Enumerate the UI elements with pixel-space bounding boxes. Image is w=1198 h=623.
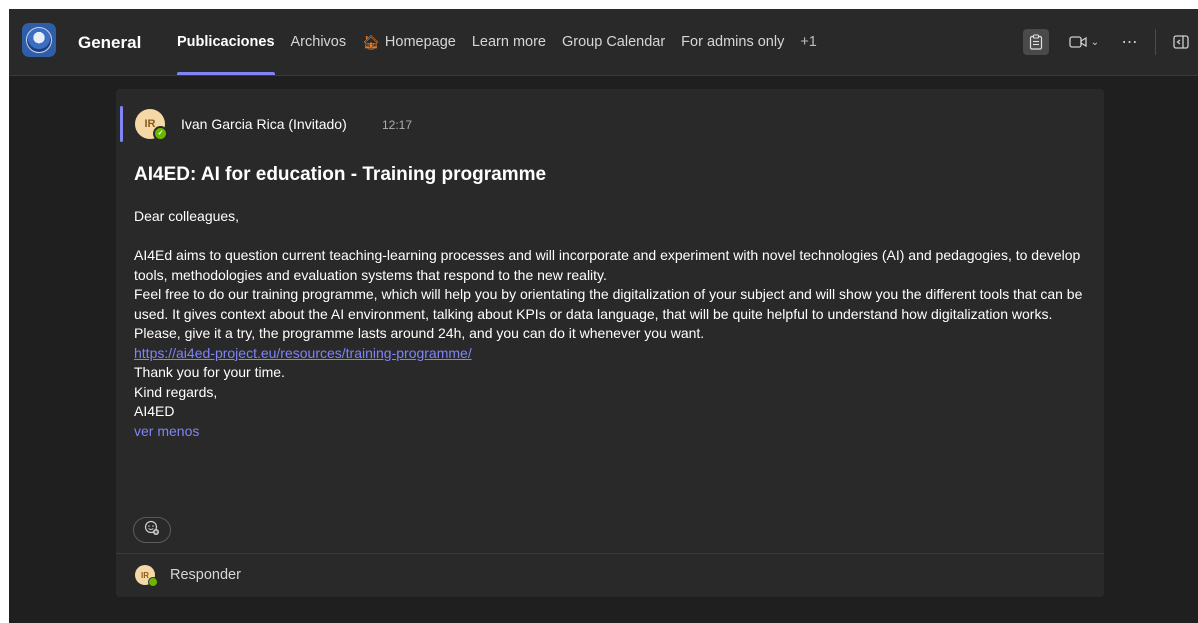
greeting: Dear colleagues, [134, 208, 240, 224]
training-programme-link[interactable]: https://ai4ed-project.eu/resources/train… [134, 345, 472, 361]
add-reaction-button[interactable] [133, 517, 171, 543]
author-name[interactable]: Ivan Garcia Rica (Invitado) [181, 116, 347, 132]
reply-area[interactable]: IR Responder [116, 553, 1104, 597]
tab-group-calendar[interactable]: Group Calendar [554, 9, 673, 75]
tab-label: For admins only [681, 34, 785, 50]
thanks-line: Thank you for your time. [134, 364, 285, 380]
unread-accent-bar [120, 106, 123, 142]
tab-label: Archivos [290, 34, 347, 50]
panel-icon[interactable] [1168, 28, 1194, 56]
paragraph: Feel free to do our training programme, … [134, 286, 1083, 322]
avatar: IR [135, 565, 158, 587]
message-timestamp: 12:17 [382, 118, 413, 132]
tab-for-admins-only[interactable]: For admins only [673, 9, 792, 75]
paragraph: AI4Ed aims to question current teaching-… [134, 247, 1081, 283]
presence-available-icon: ✓ [153, 126, 168, 141]
tab-learn-more[interactable]: Learn more [464, 9, 554, 75]
tab-archivos[interactable]: Archivos [283, 9, 355, 75]
message-body: Dear colleagues, AI4Ed aims to question … [134, 207, 1084, 441]
tab-homepage[interactable]: 🏠︎ Homepage [354, 9, 464, 75]
channel-header: General Publicaciones Archivos 🏠︎ Homepag… [9, 9, 1198, 76]
channel-name: General [78, 33, 142, 52]
chevron-down-icon: ⌄ [1090, 36, 1100, 48]
regards-line: Kind regards, [134, 383, 218, 400]
tab-label: Publicaciones [177, 34, 275, 50]
clipboard-icon[interactable] [1023, 29, 1049, 55]
message-subject: AI4ED: AI for education - Training progr… [134, 164, 547, 185]
tab-label: Learn more [471, 34, 546, 50]
tab-label: Homepage [384, 34, 456, 50]
header-actions: ⌄ ⋯ [1023, 9, 1198, 75]
tab-label: Group Calendar [562, 34, 666, 50]
header-divider [1155, 29, 1156, 55]
team-logo-emblem [26, 27, 52, 53]
emoji-add-icon [144, 520, 160, 541]
more-options-icon[interactable]: ⋯ [1115, 28, 1145, 56]
team-logo[interactable] [22, 23, 56, 57]
see-less-link[interactable]: ver menos [134, 423, 199, 439]
message-card[interactable]: IR ✓ Ivan Garcia Rica (Invitado) 12:17 A… [116, 89, 1104, 597]
video-icon [1069, 35, 1087, 49]
reply-button[interactable]: Responder [170, 567, 241, 583]
channel-tabs: Publicaciones Archivos 🏠︎ Homepage Learn … [169, 9, 825, 75]
presence-available-icon [148, 577, 158, 587]
signature: AI4ED [134, 403, 175, 419]
tab-publicaciones[interactable]: Publicaciones [169, 9, 283, 75]
house-icon: 🏠︎ [362, 33, 380, 50]
more-tabs-button[interactable]: +1 [792, 9, 825, 75]
paragraph: Please, give it a try, the programme las… [134, 325, 705, 341]
avatar[interactable]: IR ✓ [135, 109, 168, 141]
teams-app: General Publicaciones Archivos 🏠︎ Homepag… [9, 9, 1198, 623]
avatar-initials: IR [141, 570, 149, 580]
video-call-button[interactable]: ⌄ [1061, 28, 1107, 56]
